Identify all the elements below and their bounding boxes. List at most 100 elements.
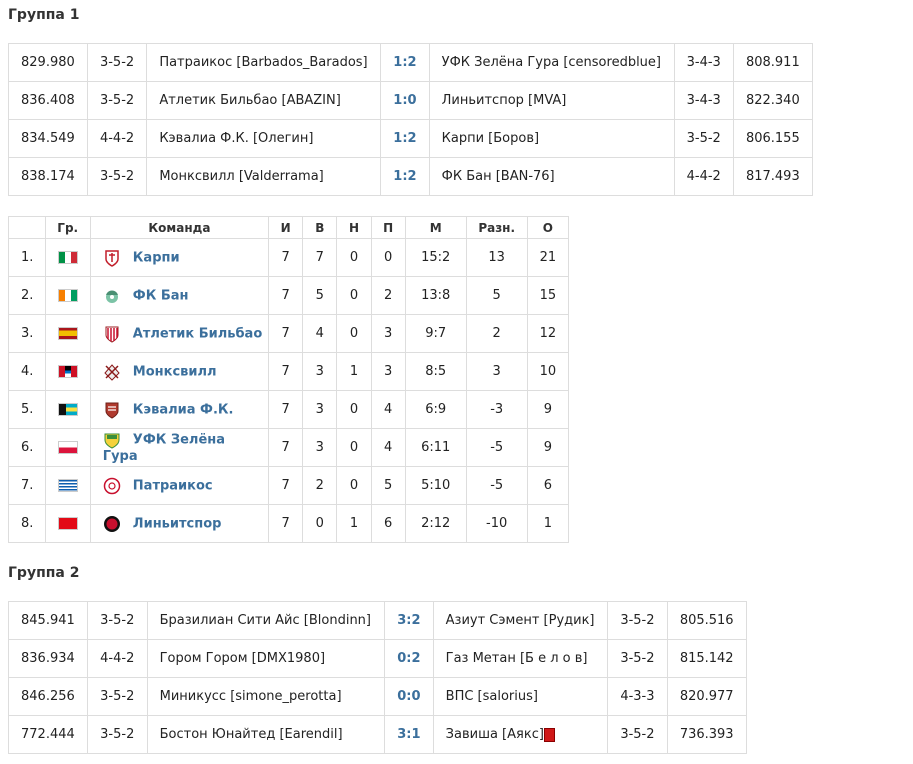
home-rating: 829.980 [8, 43, 88, 82]
home-team-link[interactable]: Патраикос [Barbados_Barados] [146, 43, 382, 82]
team-link[interactable]: Линьитспор [133, 516, 222, 531]
home-team-link[interactable]: Гором Гором [DMX1980] [146, 639, 386, 678]
match-score-link[interactable]: 0:2 [384, 639, 434, 678]
match-score-link[interactable]: 1:2 [380, 119, 430, 158]
away-team-link[interactable]: Линьитспор [MVA] [428, 81, 675, 120]
team-cell[interactable]: УФК Зелёна Гура [89, 428, 270, 467]
won: 5 [302, 276, 338, 315]
away-rating-text: 806.155 [745, 131, 800, 146]
team-cell[interactable]: Монксвилл [89, 352, 270, 391]
home-formation: 3-5-2 [86, 157, 148, 196]
home-rating: 772.444 [7, 715, 89, 754]
home-team-link[interactable]: Монксвилл [Valderrama] [146, 157, 382, 196]
home-team-link[interactable]: Бразилиан Сити Айс [Blondinn] [146, 601, 386, 640]
team-cell[interactable]: ФК Бан [89, 276, 270, 315]
drawn: 1 [336, 504, 372, 543]
antigua-flag-icon [57, 365, 78, 378]
away-rating: 815.142 [666, 639, 748, 678]
team-cell[interactable]: Патраикос [89, 466, 270, 505]
team-link[interactable]: Карпи [133, 250, 180, 265]
lost: 0 [370, 238, 406, 277]
home-rating: 845.941 [7, 601, 89, 640]
points: 6 [526, 466, 570, 505]
team-link[interactable]: Атлетик Бильбао [133, 326, 262, 341]
match-row: 845.941 3-5-2 Бразилиан Сити Айс [Blondinn… [7, 601, 748, 640]
country-cell [44, 276, 91, 315]
home-formation: 4-4-2 [87, 639, 148, 678]
away-formation-text: 3-4-3 [686, 93, 721, 108]
monksville-crest-icon [103, 363, 121, 381]
goals: 13:8 [404, 276, 467, 315]
standings-row: 6. УФК Зелёна Гура 7 3 0 4 6:11 -5 9 [8, 428, 570, 467]
away-team-link[interactable]: Газ Метан [Б е л о в] [432, 639, 609, 678]
match-row: 772.444 3-5-2 Бостон Юнайтед [Earendil] 3:1… [7, 715, 748, 754]
match-score-link[interactable]: 1:2 [380, 157, 430, 196]
lost: 4 [370, 428, 406, 467]
played: 7 [267, 504, 304, 543]
away-formation: 3-4-3 [673, 43, 734, 82]
goals: 6:11 [404, 428, 467, 467]
home-formation: 3-5-2 [87, 677, 148, 716]
played: 7 [267, 428, 304, 467]
away-rating: 822.340 [732, 81, 814, 120]
team-cell[interactable]: Атлетик Бильбао [89, 314, 270, 353]
match-score-link[interactable]: 1:2 [380, 43, 430, 82]
away-formation: 3-5-2 [607, 715, 668, 754]
team-link[interactable]: Монксвилл [133, 364, 217, 379]
home-formation-text: 3-5-2 [100, 727, 135, 742]
home-rating: 834.549 [8, 119, 88, 158]
match-score-link[interactable]: 0:0 [384, 677, 434, 716]
drawn: 0 [336, 314, 372, 353]
position: 5. [8, 390, 46, 429]
drawn: 0 [336, 390, 372, 429]
away-team-link[interactable]: ФК Бан [BAN-76] [428, 157, 675, 196]
away-formation: 3-4-3 [673, 81, 734, 120]
away-team-link-text: УФК Зелёна Гура [censoredblue] [441, 55, 661, 70]
match-score-link[interactable]: 3:1 [384, 715, 434, 754]
home-team-link[interactable]: Кэвалиа Ф.К. [Олегин] [146, 119, 382, 158]
drawn: 1 [336, 352, 372, 391]
home-team-link[interactable]: Атлетик Бильбао [ABAZIN] [146, 81, 382, 120]
home-team-link[interactable]: Миникусс [simone_perotta] [146, 677, 386, 716]
match-score-link-text: 0:2 [397, 651, 421, 666]
goals: 9:7 [404, 314, 467, 353]
poland-flag-icon [57, 441, 78, 454]
points: 21 [526, 238, 570, 277]
group-1-standings-table: Гр. Команда И В Н П М Разн. О 1. Карпи 7 7 0… [8, 216, 570, 543]
team-cell[interactable]: Линьитспор [89, 504, 270, 543]
away-team-link[interactable]: Карпи [Боров] [428, 119, 675, 158]
match-score-link[interactable]: 3:2 [384, 601, 434, 640]
match-score-link-text: 0:0 [397, 689, 421, 704]
drawn: 0 [336, 466, 372, 505]
goal-diff: 2 [465, 314, 528, 353]
team-link[interactable]: ФК Бан [133, 288, 189, 303]
team-cell[interactable]: Кэвалиа Ф.К. [89, 390, 270, 429]
away-team-link[interactable]: ВПС [salorius] [432, 677, 609, 716]
group-2-title: Группа 2 [8, 565, 80, 581]
ivory-coast-flag-icon [57, 289, 78, 302]
team-cell[interactable]: Карпи [89, 238, 270, 277]
away-team-link-text: ВПС [salorius] [445, 689, 538, 704]
home-team-link[interactable]: Бостон Юнайтед [Earendil] [146, 715, 386, 754]
match-row: 846.256 3-5-2 Миникусс [simone_perotta] 0:0… [7, 677, 748, 716]
home-formation-text: 3-5-2 [100, 689, 135, 704]
team-link[interactable]: Патраикос [133, 478, 213, 493]
greece-flag-icon [57, 479, 78, 492]
goals: 2:12 [404, 504, 467, 543]
country-cell [44, 352, 91, 391]
away-rating-text: 822.340 [745, 93, 800, 108]
drawn: 0 [336, 428, 372, 467]
linyitspor-crest-icon [103, 515, 121, 533]
away-formation: 3-5-2 [673, 119, 734, 158]
home-team-link-text: Атлетик Бильбао [ABAZIN] [159, 93, 341, 108]
away-team-link[interactable]: УФК Зелёна Гура [censoredblue] [428, 43, 675, 82]
team-link[interactable]: Кэвалиа Ф.К. [133, 402, 234, 417]
away-rating-text: 736.393 [679, 727, 734, 742]
away-rating: 806.155 [732, 119, 814, 158]
home-rating-text: 836.934 [21, 651, 75, 666]
home-formation-text: 3-5-2 [99, 169, 135, 184]
match-score-link[interactable]: 1:0 [380, 81, 430, 120]
away-team-link[interactable]: Завиша [Аякс] [432, 715, 609, 754]
team-link[interactable]: УФК Зелёна Гура [103, 433, 225, 465]
away-team-link[interactable]: Азиут Сэмент [Рудик] [432, 601, 609, 640]
